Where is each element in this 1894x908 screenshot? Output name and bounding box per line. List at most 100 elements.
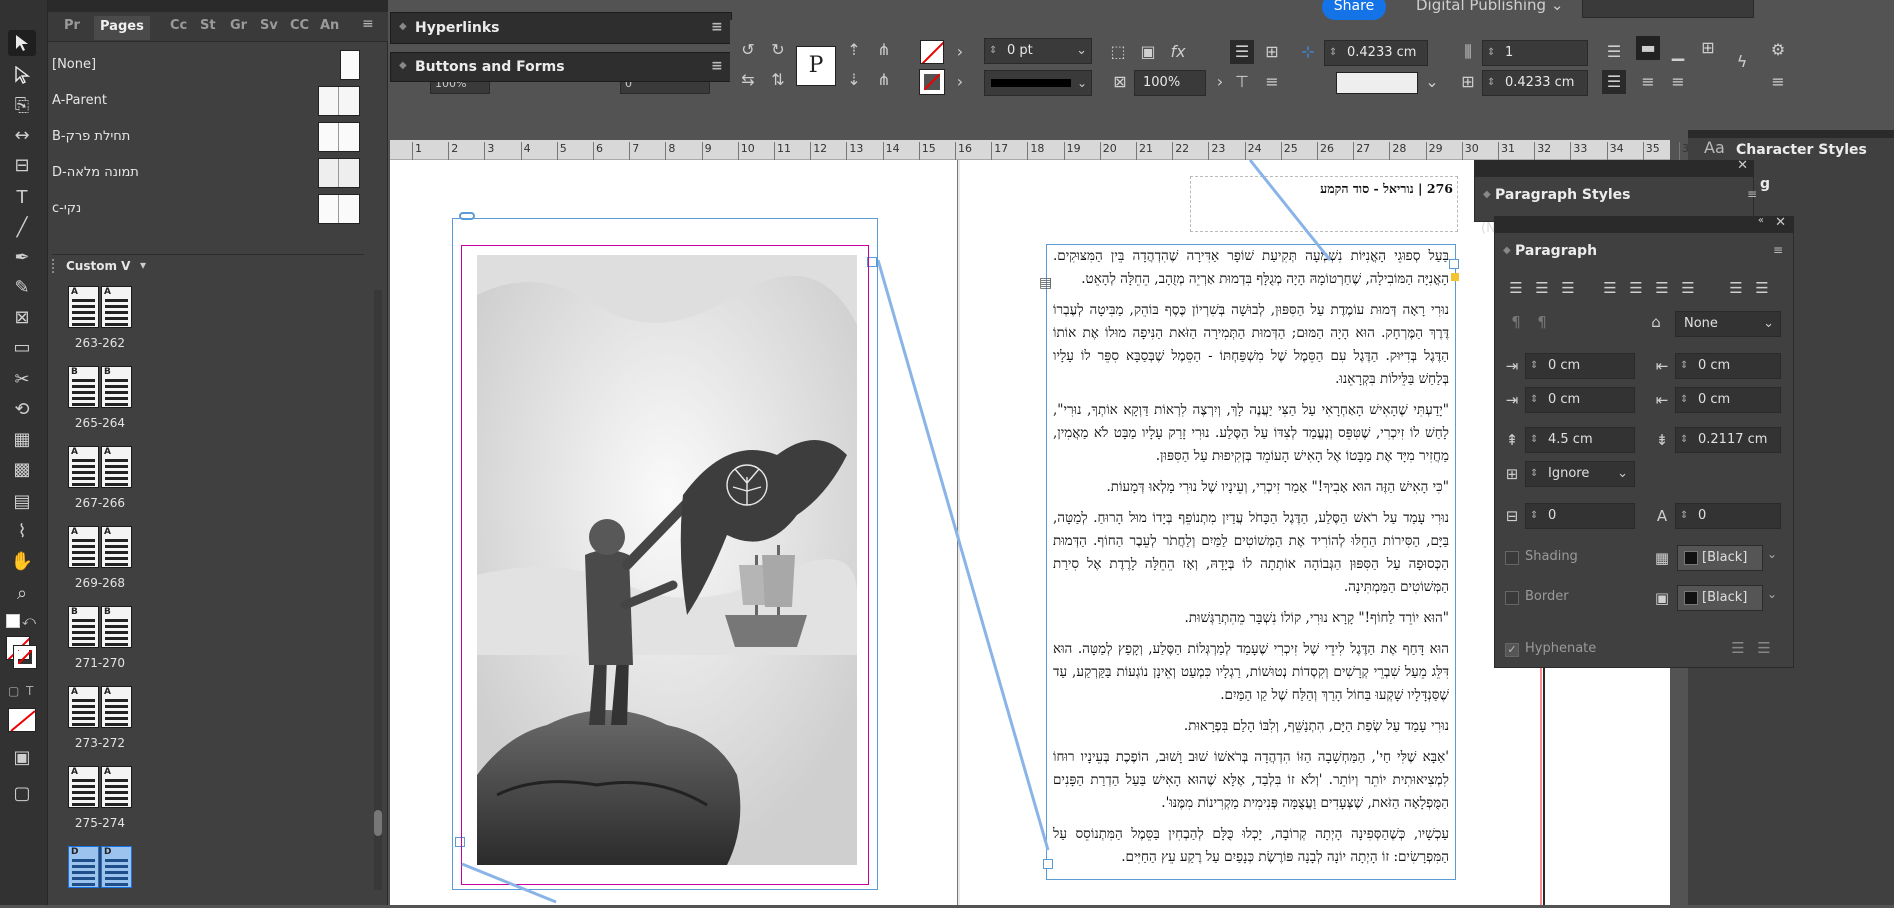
columns-count-field[interactable]: ⇕ 1 — [1482, 40, 1588, 66]
body-paragraph[interactable]: בַּעַל סְפוּגֵי הָאֳנִיּוֹת נִשְׁמְעָה ת… — [1053, 245, 1449, 291]
rectangle-tool-icon[interactable]: ▭ — [8, 334, 36, 360]
effects-icon[interactable]: fx — [1166, 40, 1190, 64]
close-icon[interactable]: ✕ — [1737, 158, 1748, 173]
stroke-type-dropdown[interactable]: ⌄ — [984, 70, 1092, 96]
swap-fill-stroke-icon[interactable]: ⤺ — [22, 614, 36, 629]
align-away-spine-icon[interactable]: ☰ — [1751, 277, 1773, 299]
underline-icon[interactable]: ▁ — [1666, 40, 1690, 64]
stepper-icon[interactable]: ⇕ — [1530, 428, 1538, 452]
gutter-icon[interactable]: ⊞ — [1456, 70, 1480, 94]
stepper-icon[interactable]: ⇕ — [1329, 41, 1337, 65]
column-width-field[interactable]: ⇕ 0.4233 cm — [1324, 40, 1428, 66]
page-tool-icon[interactable]: ⎘ — [8, 92, 36, 118]
master-none[interactable]: [None] — [48, 48, 368, 82]
direct-selection-tool-icon[interactable] — [8, 62, 36, 88]
screen-mode-icon[interactable]: ▢ — [8, 780, 36, 806]
stepper-icon[interactable]: ⇕ — [989, 39, 997, 63]
justify-all-icon[interactable]: ☰ — [1677, 277, 1699, 299]
opacity-field[interactable]: 100% — [1134, 70, 1206, 96]
page-thumbnail[interactable]: A — [68, 766, 99, 808]
character-styles-icon[interactable]: Aa — [1704, 138, 1725, 157]
tab-swatches[interactable]: Sv — [260, 18, 278, 33]
in-port-icon[interactable] — [1449, 259, 1459, 269]
space-after-field[interactable]: ⇕ 0.2117 cm — [1675, 427, 1781, 453]
floating-panel-bar[interactable]: ✕ — [1474, 158, 1754, 176]
align-to-grid-icon[interactable]: ≡ — [1666, 70, 1690, 94]
flip-horizontal-icon[interactable]: ⇆ — [736, 68, 760, 92]
hyperlinks-panel-header[interactable]: ◆ Hyperlinks ≡ — [390, 12, 732, 44]
tab-stroke[interactable]: St — [200, 18, 216, 33]
hyphenate-checkbox[interactable]: ✓ — [1505, 643, 1519, 657]
share-button[interactable]: Share — [1322, 0, 1386, 20]
stroke-weight-field[interactable]: ⇕ 0 pt ⌄ — [984, 38, 1092, 64]
master-c-clean[interactable]: c-נקי — [48, 192, 368, 226]
collapse-icon[interactable]: ◆ — [1483, 189, 1491, 200]
tab-cc-libraries[interactable]: Cc — [170, 18, 187, 33]
gap-tool-icon[interactable]: ↔ — [8, 122, 36, 148]
search-stock-input[interactable] — [1582, 0, 1754, 18]
stroke-none-icon[interactable] — [919, 69, 945, 95]
content-collector-icon[interactable]: ⊟ — [8, 152, 36, 178]
span-columns-icon[interactable]: ⊞ — [1260, 40, 1284, 64]
fit-content-proportionally-icon[interactable]: ▣ — [1136, 40, 1160, 64]
stepper-icon[interactable]: ⇕ — [1530, 388, 1538, 412]
header-frame[interactable]: 276 | נוריאל - סוד הקמע — [1190, 176, 1458, 232]
chevron-down-icon[interactable]: ⌄ — [1767, 587, 1777, 601]
stepper-icon[interactable]: ⇕ — [1680, 504, 1688, 528]
rectangle-frame-tool-icon[interactable]: ⊠ — [8, 304, 36, 330]
stepper-icon[interactable]: ⇕ — [1487, 41, 1495, 65]
align-center-icon[interactable]: ☰ — [1531, 277, 1553, 299]
page-thumbnail[interactable]: A — [68, 526, 99, 568]
rotate-cw-icon[interactable]: ↻ — [766, 38, 790, 62]
tab-cc[interactable]: CC — [290, 18, 309, 33]
lightning-icon[interactable]: ϟ — [1730, 50, 1754, 74]
view-options-dropdown[interactable]: Custom V ▾ — [52, 254, 364, 276]
page-thumbnail[interactable]: B — [68, 366, 99, 408]
illustration-boy-with-flag[interactable] — [477, 255, 857, 865]
selection-tool-icon[interactable] — [8, 30, 36, 56]
settings-gear-icon[interactable]: ⚙ — [1766, 38, 1790, 62]
select-next-icon[interactable]: ⋔ — [872, 38, 896, 62]
floating-panel-bar[interactable]: ✕ « — [1494, 215, 1794, 232]
shading-checkbox[interactable] — [1505, 551, 1519, 565]
shading-color-dropdown[interactable]: [Black] — [1677, 545, 1763, 571]
scissors-tool-icon[interactable]: ✂ — [8, 366, 36, 392]
note-tool-icon[interactable]: ▤ — [8, 488, 36, 514]
workspace-switcher[interactable]: Digital Publishing ⌄ — [1416, 0, 1563, 14]
page-left[interactable] — [390, 160, 958, 905]
opacity-icon[interactable]: ⊠ — [1108, 70, 1132, 94]
baseline-grid-icon[interactable]: ≡ — [1636, 70, 1660, 94]
rtl-direction-icon[interactable]: ¶ — [1531, 311, 1553, 333]
language-dropdown[interactable]: None ⌄ — [1675, 311, 1781, 337]
drop-cap-chars-field[interactable]: ⇕ 0 — [1675, 503, 1781, 529]
collapse-icon[interactable]: ◆ — [1503, 245, 1511, 256]
body-paragraph[interactable]: "יָדַעְתִּי שֶׁהָאִישׁ הָאַחְרָאִי עַל ה… — [1053, 399, 1449, 468]
body-paragraph[interactable]: 'אַבָּא שֶׁלִּי חַי', הַמַּחְשָׁבָה הַזּ… — [1053, 746, 1449, 815]
collapse-icon[interactable]: ◆ — [399, 60, 407, 71]
auto-fit-icon[interactable]: ⊹ — [1296, 40, 1320, 64]
border-color-dropdown[interactable]: [Black] — [1677, 585, 1763, 611]
chevron-right-icon[interactable]: › — [1208, 70, 1232, 94]
master-a-parent[interactable]: A-Parent — [48, 84, 368, 118]
align-right-icon[interactable]: ☰ — [1557, 277, 1579, 299]
ltr-direction-icon[interactable]: ¶ — [1505, 311, 1527, 333]
first-line-indent-field[interactable]: ⇕ 0 cm — [1525, 387, 1635, 413]
link-icon[interactable] — [459, 212, 475, 220]
page-thumbnail[interactable]: A — [68, 686, 99, 728]
border-settings-icon[interactable]: ▣ — [1651, 587, 1673, 609]
text-frame-options-icon[interactable]: ☰ — [1230, 40, 1254, 64]
stepper-icon[interactable]: ⇕ — [1680, 354, 1688, 378]
shading-settings-icon[interactable]: ▦ — [1651, 547, 1673, 569]
page-thumbnail[interactable]: D — [68, 846, 99, 888]
page-thumbnail[interactable]: A — [68, 286, 99, 328]
pages-scrollbar[interactable] — [374, 290, 382, 890]
page-thumbnail[interactable]: B — [68, 606, 99, 648]
text-wrap-icon[interactable]: ▤ — [1039, 275, 1052, 291]
body-paragraph[interactable]: הוּא דָּחַף אֶת הַדֶּגֶל לִידֵי שֶׁל זִי… — [1053, 638, 1449, 707]
align-top-icon[interactable]: ⊤ — [1230, 70, 1254, 94]
panel-options-icon[interactable]: ≡ — [1766, 70, 1790, 94]
paragraph-glyph-icon[interactable]: P — [796, 46, 836, 86]
chevron-right-icon[interactable]: › — [948, 70, 972, 94]
buttons-forms-panel-header[interactable]: ◆ Buttons and Forms ≡ — [390, 52, 732, 82]
body-paragraph[interactable]: נוּרִי רָאָה דְּמוּת עוֹמֶדֶת עַל הַסִּפ… — [1053, 299, 1449, 391]
